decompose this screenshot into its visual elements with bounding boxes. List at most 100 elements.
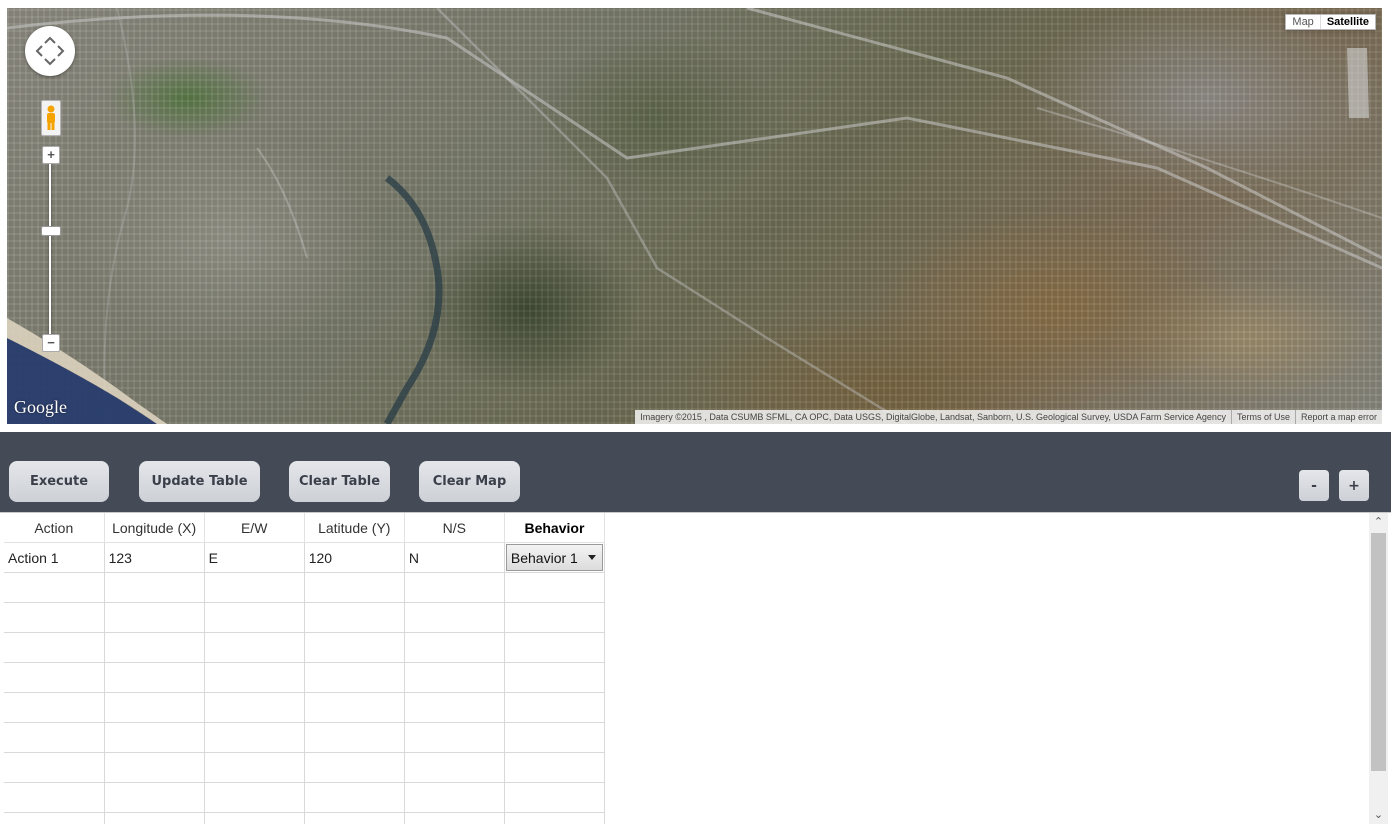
table-cell[interactable] xyxy=(404,632,505,663)
table-cell[interactable] xyxy=(204,722,305,753)
table-cell[interactable] xyxy=(204,662,305,693)
app-window: Map Satellite + − Google Imagery ©2015 ,… xyxy=(0,0,1391,824)
table-row xyxy=(4,602,606,633)
table-row xyxy=(4,812,606,824)
table-cell[interactable] xyxy=(4,632,105,663)
table-cell[interactable] xyxy=(304,722,405,753)
table-cell[interactable] xyxy=(504,602,606,633)
zoom-slider[interactable]: + − xyxy=(40,146,61,356)
table-cell[interactable] xyxy=(204,632,305,663)
table-row xyxy=(4,722,606,753)
column-header-latitude[interactable]: Latitude (Y) xyxy=(304,513,405,543)
table-cell[interactable] xyxy=(404,602,505,633)
table-cell[interactable] xyxy=(104,812,205,824)
table-cell[interactable] xyxy=(204,752,305,783)
table-cell[interactable] xyxy=(404,752,505,783)
terms-of-use-link[interactable]: Terms of Use xyxy=(1230,410,1295,424)
table-cell[interactable] xyxy=(104,752,205,783)
table-cell[interactable] xyxy=(204,692,305,723)
table-cell[interactable] xyxy=(4,572,105,603)
table-cell[interactable] xyxy=(4,662,105,693)
table-cell[interactable] xyxy=(204,782,305,813)
table-cell[interactable] xyxy=(504,722,606,753)
table-cell[interactable] xyxy=(404,782,505,813)
table-cell[interactable] xyxy=(4,692,105,723)
table-cell[interactable] xyxy=(404,692,505,723)
cell-ns[interactable]: N xyxy=(404,542,505,573)
table-cell[interactable] xyxy=(4,722,105,753)
table-cell[interactable] xyxy=(4,782,105,813)
column-header-ns[interactable]: N/S xyxy=(404,513,505,543)
update-table-button[interactable]: Update Table xyxy=(139,461,260,502)
cell-longitude[interactable]: 123 xyxy=(104,542,205,573)
zoom-out-button[interactable]: − xyxy=(42,334,60,352)
table-cell[interactable] xyxy=(304,662,405,693)
table-cell[interactable] xyxy=(304,602,405,633)
table-cell[interactable] xyxy=(404,572,505,603)
scroll-down-arrow-icon[interactable]: ⌄ xyxy=(1369,806,1388,824)
remove-row-button[interactable]: - xyxy=(1299,470,1329,501)
table-cell[interactable] xyxy=(104,692,205,723)
table-cell[interactable] xyxy=(104,632,205,663)
pan-control-icon[interactable] xyxy=(25,26,75,76)
table-cell[interactable] xyxy=(104,782,205,813)
execute-button[interactable]: Execute xyxy=(9,461,109,502)
table-cell[interactable] xyxy=(304,572,405,603)
table-row xyxy=(4,632,606,663)
table-cell[interactable] xyxy=(204,602,305,633)
table-cell[interactable] xyxy=(504,752,606,783)
report-map-error-link[interactable]: Report a map error xyxy=(1294,410,1382,424)
clear-map-button[interactable]: Clear Map xyxy=(419,461,520,502)
table-cell[interactable] xyxy=(304,812,405,824)
table-cell[interactable] xyxy=(504,692,606,723)
table-cell[interactable] xyxy=(504,632,606,663)
column-header-behavior[interactable]: Behavior xyxy=(504,513,606,543)
table-cell[interactable] xyxy=(504,782,606,813)
cell-ew[interactable]: E xyxy=(204,542,305,573)
map-type-map-button[interactable]: Map xyxy=(1286,15,1320,29)
table-cell[interactable] xyxy=(104,662,205,693)
zoom-track xyxy=(49,154,51,342)
table-cell[interactable] xyxy=(404,812,505,824)
satellite-map[interactable]: Map Satellite + − Google Imagery ©2015 ,… xyxy=(7,8,1382,424)
table-cell[interactable] xyxy=(504,572,606,603)
clear-table-button[interactable]: Clear Table xyxy=(289,461,390,502)
table-cell[interactable] xyxy=(4,602,105,633)
table-cell[interactable] xyxy=(304,692,405,723)
table-cell[interactable] xyxy=(304,752,405,783)
behavior-dropdown[interactable]: Behavior 1 xyxy=(505,544,603,571)
map-frame: Map Satellite + − Google Imagery ©2015 ,… xyxy=(0,0,1391,432)
table-vertical-scrollbar[interactable]: ⌃ ⌄ xyxy=(1369,513,1388,824)
map-roads-overlay xyxy=(7,8,1382,424)
cell-latitude[interactable]: 120 xyxy=(304,542,405,573)
column-header-ew[interactable]: E/W xyxy=(204,513,305,543)
map-type-control: Map Satellite xyxy=(1285,14,1376,30)
table-cell[interactable] xyxy=(304,782,405,813)
table-cell[interactable] xyxy=(204,812,305,824)
column-header-longitude[interactable]: Longitude (X) xyxy=(104,513,205,543)
table-cell[interactable] xyxy=(4,752,105,783)
table-cell[interactable] xyxy=(104,572,205,603)
add-row-button[interactable]: + xyxy=(1339,470,1369,501)
scrollbar-thumb[interactable] xyxy=(1371,533,1386,771)
zoom-slider-thumb[interactable] xyxy=(41,226,61,236)
table-cell[interactable] xyxy=(204,572,305,603)
cell-action[interactable]: Action 1 xyxy=(4,542,105,573)
table-cell[interactable] xyxy=(304,632,405,663)
table-cell[interactable] xyxy=(504,662,606,693)
behavior-dropdown-value: Behavior 1 xyxy=(510,549,578,566)
table-cell[interactable] xyxy=(4,812,105,824)
table-row xyxy=(4,752,606,783)
table-cell[interactable] xyxy=(104,602,205,633)
map-type-satellite-button[interactable]: Satellite xyxy=(1319,15,1375,29)
scroll-up-arrow-icon[interactable]: ⌃ xyxy=(1369,513,1388,531)
table-cell[interactable] xyxy=(104,722,205,753)
table-cell[interactable] xyxy=(404,662,505,693)
zoom-in-button[interactable]: + xyxy=(42,146,60,164)
street-view-pegman-icon[interactable] xyxy=(41,100,61,136)
cell-behavior: Behavior 1 xyxy=(504,542,606,573)
dropdown-caret-icon xyxy=(588,555,596,560)
table-cell[interactable] xyxy=(504,812,606,824)
column-header-action[interactable]: Action xyxy=(4,513,105,543)
table-cell[interactable] xyxy=(404,722,505,753)
